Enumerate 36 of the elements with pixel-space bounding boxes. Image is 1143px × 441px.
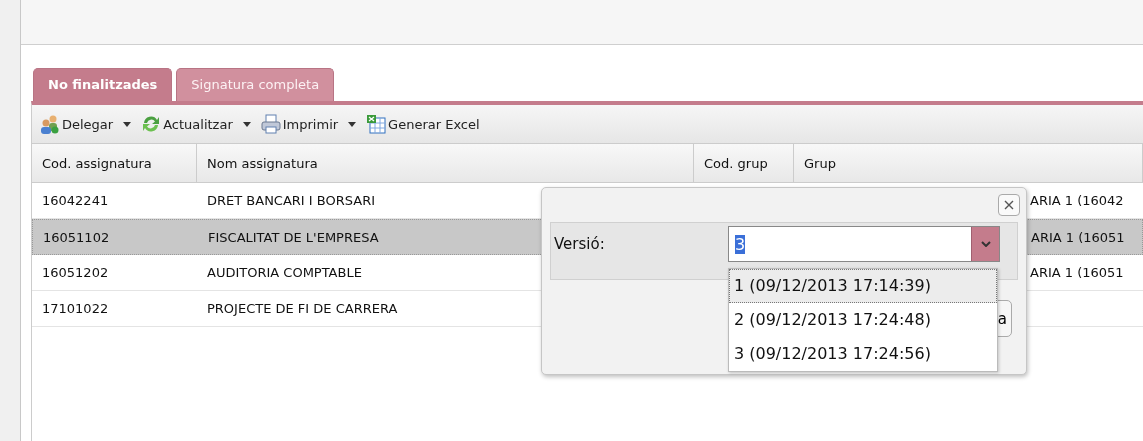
table-cell: 16042241 bbox=[42, 193, 109, 208]
dropdown-option[interactable]: 1 (09/12/2013 17:14:39) bbox=[729, 269, 997, 303]
table-cell: FISCALITAT DE L'EMPRESA bbox=[208, 229, 379, 245]
dropdown-option[interactable]: 2 (09/12/2013 17:24:48) bbox=[729, 303, 997, 337]
field-label: Versió: bbox=[554, 235, 605, 253]
column-header[interactable]: Cod. grup bbox=[694, 144, 794, 182]
caret-icon[interactable] bbox=[123, 121, 132, 127]
dropdown-trigger[interactable] bbox=[971, 227, 999, 261]
column-header[interactable]: Cod. assignatura bbox=[32, 144, 197, 182]
refresh-icon[interactable] bbox=[141, 114, 162, 134]
toolbar-button[interactable]: Actualitzar bbox=[163, 116, 233, 132]
column-header[interactable]: Grup bbox=[794, 144, 1143, 182]
table-cell: ARIA 1 (16051 bbox=[1030, 265, 1124, 280]
caret-icon[interactable] bbox=[348, 121, 357, 127]
close-icon bbox=[1004, 200, 1014, 210]
toolbar-button[interactable]: Delegar bbox=[62, 116, 114, 132]
table-cell: 16051202 bbox=[42, 265, 109, 280]
chevron-down-icon bbox=[980, 241, 991, 247]
dropdown-option[interactable]: 3 (09/12/2013 17:24:56) bbox=[729, 337, 997, 371]
toolbar-button[interactable]: Imprimir bbox=[282, 116, 339, 132]
toolbar-button[interactable]: Generar Excel bbox=[388, 116, 480, 132]
table-cell: AUDITORIA COMPTABLE bbox=[207, 265, 362, 280]
field-value: 3 bbox=[735, 234, 746, 254]
people-icon[interactable] bbox=[40, 114, 60, 134]
caret-icon[interactable] bbox=[242, 121, 251, 127]
table-cell: 16051102 bbox=[43, 229, 110, 245]
table-cell: PROJECTE DE FI DE CARRERA bbox=[207, 301, 398, 316]
table-cell: DRET BANCARI I BORSARI bbox=[207, 193, 375, 208]
spreadsheet-icon[interactable] bbox=[366, 114, 387, 134]
column-header[interactable]: Nom assignatura bbox=[197, 144, 694, 182]
table-cell: ARIA 1 (16051 bbox=[1031, 229, 1125, 245]
printer-icon[interactable] bbox=[260, 114, 281, 134]
close-button[interactable] bbox=[998, 194, 1020, 216]
table-cell: ARIA 1 (16042 bbox=[1030, 193, 1124, 208]
table-cell: 17101022 bbox=[42, 301, 109, 316]
version-combo[interactable]: 3 bbox=[728, 226, 1000, 262]
